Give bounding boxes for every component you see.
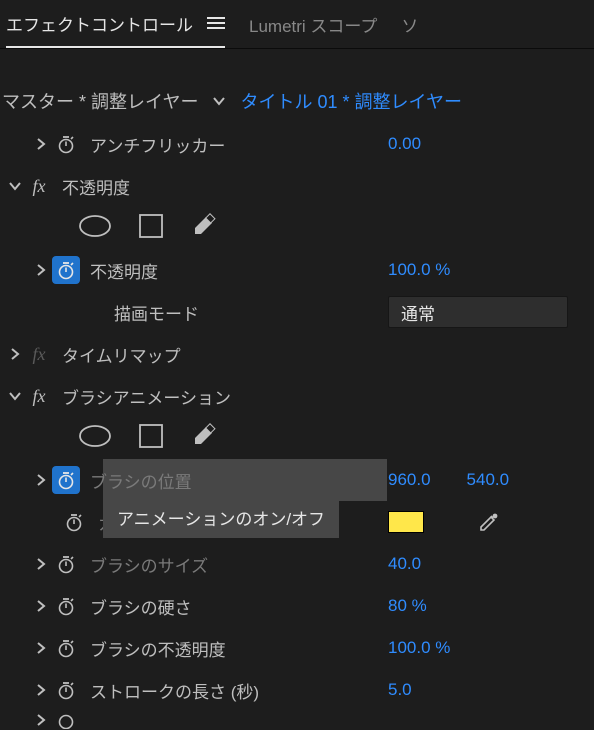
chevron-down-icon[interactable] — [4, 175, 26, 197]
property-label: アンチフリッカー — [90, 132, 225, 157]
property-row-blend-mode: 描画モード 通常 — [0, 291, 594, 333]
property-label: ブラシの不透明度 — [90, 636, 226, 661]
pen-mask-icon[interactable] — [190, 213, 216, 244]
property-row-stroke-length: ストロークの長さ (秒) 5.0 — [0, 669, 594, 711]
color-swatch[interactable] — [388, 511, 424, 533]
stopwatch-icon[interactable] — [60, 508, 88, 536]
chevron-right-icon[interactable] — [30, 637, 52, 659]
property-value[interactable]: 0.00 — [388, 134, 421, 154]
property-row-brush-size: ブラシのサイズ 40.0 — [0, 543, 594, 585]
effect-header-opacity: fx 不透明度 — [0, 165, 594, 207]
eyedropper-icon[interactable] — [478, 511, 500, 533]
property-row-brush-hardness: ブラシの硬さ 80 % — [0, 585, 594, 627]
chevron-down-icon[interactable] — [208, 90, 230, 112]
panel-tabs: エフェクトコントロール Lumetri スコープ ソ — [0, 0, 594, 48]
tab-effect-controls[interactable]: エフェクトコントロール — [6, 0, 225, 48]
tab-label: ソ — [401, 12, 418, 37]
property-value[interactable]: 5.0 — [388, 680, 412, 700]
position-x-value[interactable]: 960.0 — [388, 470, 431, 490]
stopwatch-icon[interactable] — [52, 466, 80, 494]
master-label: マスター * 調整レイヤー — [2, 88, 198, 114]
property-value[interactable]: 100.0 % — [388, 638, 450, 658]
effect-header-brush-animation: fx ブラシアニメーション — [0, 375, 594, 417]
panel-menu-icon[interactable] — [207, 16, 225, 30]
chevron-down-icon[interactable] — [4, 385, 26, 407]
chevron-right-icon[interactable] — [4, 343, 26, 365]
ellipse-mask-icon[interactable] — [78, 424, 112, 453]
chevron-right-icon[interactable] — [30, 595, 52, 617]
chevron-right-icon[interactable] — [30, 553, 52, 575]
rect-mask-icon[interactable] — [138, 213, 164, 244]
property-label: ブラシの硬さ — [90, 594, 192, 619]
property-label: ブラシのサイズ — [90, 552, 208, 577]
ellipse-mask-icon[interactable] — [78, 214, 112, 243]
effect-name: 不透明度 — [62, 174, 130, 199]
rect-mask-icon[interactable] — [138, 423, 164, 454]
fx-icon[interactable]: fx — [26, 344, 52, 365]
stopwatch-icon[interactable] — [52, 550, 80, 578]
effect-name: ブラシアニメーション — [62, 384, 231, 409]
property-row-truncated — [0, 711, 594, 729]
stopwatch-icon[interactable] — [52, 676, 80, 704]
chevron-right-icon[interactable] — [30, 469, 52, 491]
stopwatch-icon[interactable] — [52, 634, 80, 662]
property-value[interactable]: 100.0 % — [388, 260, 450, 280]
property-row-brush-opacity: ブラシの不透明度 100.0 % — [0, 627, 594, 669]
mask-tools-row — [0, 417, 594, 459]
property-label: ブラシの位置 — [90, 468, 192, 493]
stopwatch-icon[interactable] — [52, 256, 80, 284]
stopwatch-icon[interactable] — [52, 130, 80, 158]
tab-lumetri-scopes[interactable]: Lumetri スコープ — [249, 0, 377, 48]
tab-label: エフェクトコントロール — [6, 11, 193, 36]
chevron-right-icon[interactable] — [30, 711, 52, 729]
dropdown-value: 通常 — [401, 300, 435, 325]
property-value[interactable]: 80 % — [388, 596, 427, 616]
pen-mask-icon[interactable] — [190, 423, 216, 454]
property-row-brush-position: ブラシの位置 960.0 540.0 アニメーションのオン/オフ — [0, 459, 594, 501]
property-label: 描画モード — [114, 300, 199, 325]
stopwatch-icon[interactable] — [52, 592, 80, 620]
property-value[interactable]: 40.0 — [388, 554, 421, 574]
effect-name: タイムリマップ — [62, 342, 181, 367]
fx-icon[interactable]: fx — [26, 386, 52, 407]
tab-source[interactable]: ソ — [401, 0, 418, 48]
master-clip-row: マスター * 調整レイヤー タイトル 01 * 調整レイヤー — [0, 79, 594, 123]
clip-label[interactable]: タイトル 01 * 調整レイヤー — [240, 88, 462, 114]
property-row-anti-flicker: アンチフリッカー 0.00 — [0, 123, 594, 165]
stopwatch-icon[interactable] — [52, 711, 80, 729]
chevron-right-icon[interactable] — [30, 133, 52, 155]
effect-header-time-remap: fx タイムリマップ — [0, 333, 594, 375]
chevron-right-icon[interactable] — [30, 259, 52, 281]
divider — [0, 48, 594, 49]
property-row-opacity: 不透明度 100.0 % — [0, 249, 594, 291]
mask-tools-row — [0, 207, 594, 249]
blend-mode-dropdown[interactable]: 通常 — [388, 296, 568, 328]
property-label: ストロークの長さ (秒) — [90, 678, 259, 703]
fx-icon[interactable]: fx — [26, 176, 52, 197]
position-y-value[interactable]: 540.0 — [467, 470, 510, 490]
tab-label: Lumetri スコープ — [249, 12, 377, 37]
chevron-right-icon[interactable] — [30, 679, 52, 701]
tooltip: アニメーションのオン/オフ — [103, 497, 339, 538]
property-label: 不透明度 — [90, 258, 158, 283]
